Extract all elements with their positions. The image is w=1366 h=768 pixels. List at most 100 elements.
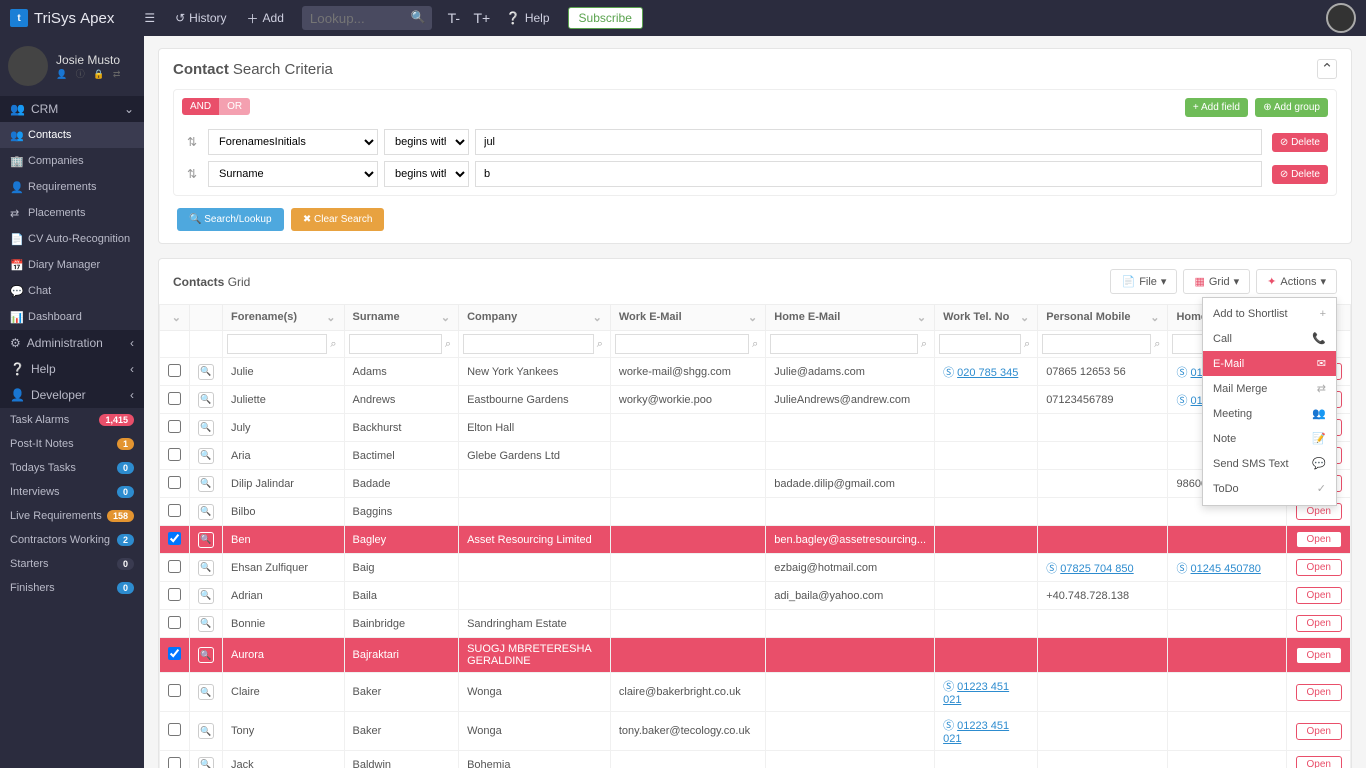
add-group-button[interactable]: ⊕ Add group (1255, 98, 1328, 117)
table-row[interactable]: 🔍JulietteAndrewsEastbourne Gardensworky@… (160, 386, 1351, 414)
open-button[interactable]: Open (1296, 684, 1342, 701)
font-decrease-icon[interactable]: T- (440, 10, 468, 26)
table-row[interactable]: 🔍Ehsan ZulfiquerBaigezbaig@hotmail.comⓈ … (160, 554, 1351, 582)
subscribe-button[interactable]: Subscribe (568, 7, 643, 29)
skype-icon[interactable]: Ⓢ (943, 681, 954, 693)
magnify-icon[interactable]: 🔍 (198, 476, 214, 492)
menu-item-meeting[interactable]: Meeting👥 (1203, 401, 1336, 426)
sidebar-item-companies[interactable]: 🏢Companies (0, 148, 144, 174)
open-button[interactable]: Open (1296, 756, 1342, 768)
sidebar-item-diary-manager[interactable]: 📅Diary Manager (0, 252, 144, 278)
avatar[interactable] (1326, 3, 1356, 33)
magnify-icon[interactable]: 🔍 (198, 757, 214, 768)
sidebar-alarm[interactable]: Finishers0 (0, 576, 144, 600)
table-row[interactable]: 🔍AdrianBailaadi_baila@yahoo.com+40.748.7… (160, 582, 1351, 610)
sidebar-item-chat[interactable]: 💬Chat (0, 278, 144, 304)
funnel-icon[interactable]: ⌕ (327, 338, 339, 351)
table-row[interactable]: 🔍ClaireBakerWongaclaire@bakerbright.co.u… (160, 673, 1351, 712)
column-filter-input[interactable] (939, 334, 1021, 354)
table-row[interactable]: 🔍AriaBactimelGlebe Gardens LtdOpen (160, 442, 1351, 470)
delete-criteria-button[interactable]: ⊘ Delete (1272, 133, 1328, 152)
menu-item-call[interactable]: Call📞 (1203, 326, 1336, 351)
skype-icon[interactable]: Ⓢ (1176, 367, 1187, 379)
file-button[interactable]: 📄 File ▾ (1110, 269, 1177, 294)
skype-icon[interactable]: Ⓢ (943, 367, 954, 379)
drag-handle-icon[interactable]: ⇅ (182, 135, 202, 149)
row-checkbox[interactable] (168, 723, 181, 736)
row-checkbox[interactable] (168, 684, 181, 697)
magnify-icon[interactable]: 🔍 (198, 504, 214, 520)
row-checkbox[interactable] (168, 532, 181, 545)
table-row[interactable]: 🔍AuroraBajraktariSUOGJ MBRETERESHA GERAL… (160, 638, 1351, 673)
funnel-icon[interactable]: ⌕ (749, 338, 761, 351)
field-select[interactable]: ForenamesInitials (208, 129, 378, 155)
open-button[interactable]: Open (1296, 723, 1342, 740)
search-icon[interactable]: 🔍 (411, 10, 426, 24)
sidebar-item-cv-auto-recognition[interactable]: 📄CV Auto-Recognition (0, 226, 144, 252)
sidebar-section-admin[interactable]: ⚙ Administration‹ (0, 330, 144, 356)
column-filter-input[interactable] (615, 334, 749, 354)
row-checkbox[interactable] (168, 647, 181, 660)
column-header[interactable]: Home E-Mail⌄ (766, 305, 935, 331)
open-button[interactable]: Open (1296, 587, 1342, 604)
search-lookup-button[interactable]: 🔍 Search/Lookup (177, 208, 284, 231)
actions-button[interactable]: ✦ Actions ▾ (1256, 269, 1337, 294)
sidebar-item-dashboard[interactable]: 📊Dashboard (0, 304, 144, 330)
table-row[interactable]: 🔍BilboBagginsOpen (160, 498, 1351, 526)
menu-item-note[interactable]: Note📝 (1203, 426, 1336, 451)
magnify-icon[interactable]: 🔍 (198, 448, 214, 464)
magnify-icon[interactable]: 🔍 (198, 723, 214, 739)
open-button[interactable]: Open (1296, 559, 1342, 576)
sidebar-alarm[interactable]: Live Requirements158 (0, 504, 144, 528)
table-row[interactable]: 🔍BenBagleyAsset Resourcing Limitedben.ba… (160, 526, 1351, 554)
menu-item-mail-merge[interactable]: Mail Merge⇄ (1203, 376, 1336, 401)
magnify-icon[interactable]: 🔍 (198, 560, 214, 576)
add-button[interactable]: ＋ Add (237, 0, 294, 36)
row-checkbox[interactable] (168, 757, 181, 768)
row-checkbox[interactable] (168, 504, 181, 517)
hamburger-icon[interactable]: ☰ (134, 0, 165, 36)
menu-item-e-mail[interactable]: E-Mail✉ (1203, 351, 1336, 376)
column-header[interactable]: Company⌄ (459, 305, 611, 331)
open-button[interactable]: Open (1296, 615, 1342, 632)
sidebar-alarm[interactable]: Contractors Working2 (0, 528, 144, 552)
and-or-toggle[interactable]: ANDOR (182, 98, 250, 115)
add-field-button[interactable]: + Add field (1185, 98, 1248, 117)
column-header[interactable]: Surname⌄ (344, 305, 459, 331)
history-button[interactable]: ↺ History (165, 0, 236, 36)
operator-select[interactable]: begins with (384, 129, 469, 155)
row-checkbox[interactable] (168, 420, 181, 433)
delete-criteria-button[interactable]: ⊘ Delete (1272, 165, 1328, 184)
magnify-icon[interactable]: 🔍 (198, 532, 214, 548)
font-increase-icon[interactable]: T+ (468, 10, 496, 26)
sidebar-section-crm[interactable]: 👥 CRM⌄ (0, 96, 144, 122)
row-checkbox[interactable] (168, 364, 181, 377)
row-checkbox[interactable] (168, 448, 181, 461)
column-header[interactable]: Forename(s)⌄ (223, 305, 345, 331)
funnel-icon[interactable]: ⌕ (1151, 338, 1163, 351)
table-row[interactable]: 🔍JulyBackhurstElton HallOpen (160, 414, 1351, 442)
skype-icon[interactable]: Ⓢ (943, 720, 954, 732)
column-header[interactable]: Personal Mobile⌄ (1038, 305, 1168, 331)
open-button[interactable]: Open (1296, 531, 1342, 548)
magnify-icon[interactable]: 🔍 (198, 684, 214, 700)
column-filter-input[interactable] (463, 334, 594, 354)
table-row[interactable]: 🔍JackBaldwinBohemiaOpen (160, 751, 1351, 768)
row-checkbox[interactable] (168, 476, 181, 489)
magnify-icon[interactable]: 🔍 (198, 647, 214, 663)
skype-icon[interactable]: Ⓢ (1046, 563, 1057, 575)
open-button[interactable]: Open (1296, 647, 1342, 664)
column-header[interactable]: Work Tel. No⌄ (935, 305, 1038, 331)
sidebar-item-contacts[interactable]: 👥Contacts (0, 122, 144, 148)
drag-handle-icon[interactable]: ⇅ (182, 167, 202, 181)
column-filter-input[interactable] (227, 334, 327, 354)
chevron-down-icon[interactable]: ⌄ (172, 311, 181, 324)
clear-search-button[interactable]: ✖ Clear Search (291, 208, 385, 231)
grid-button[interactable]: ▦ Grid ▾ (1183, 269, 1250, 294)
value-input[interactable] (475, 129, 1262, 155)
table-row[interactable]: 🔍TonyBakerWongatony.baker@tecology.co.uk… (160, 712, 1351, 751)
sidebar-alarm[interactable]: Post-It Notes1 (0, 432, 144, 456)
magnify-icon[interactable]: 🔍 (198, 392, 214, 408)
sidebar-section-dev[interactable]: 👤 Developer‹ (0, 382, 144, 408)
table-row[interactable]: 🔍JulieAdamsNew York Yankeesworke-mail@sh… (160, 358, 1351, 386)
